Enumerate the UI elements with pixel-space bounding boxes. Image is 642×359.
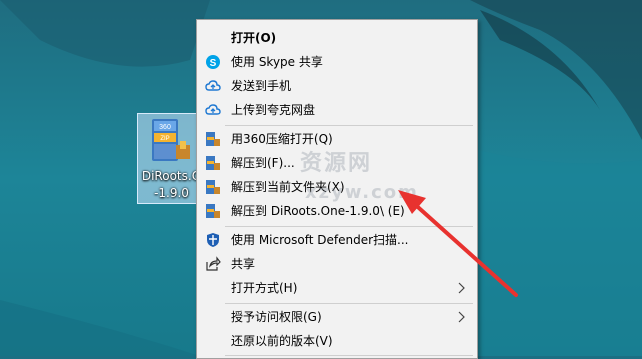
chevron-right-icon <box>458 311 465 323</box>
menu-item-upload-quark[interactable]: 上传到夸克网盘 <box>199 98 475 122</box>
archive-icon <box>206 156 220 170</box>
menu-item-extract-to-folder[interactable]: 解压到 DiRoots.One-1.9.0\ (E) <box>199 199 475 223</box>
menu-item-defender-scan[interactable]: 使用 Microsoft Defender扫描... <box>199 228 475 252</box>
menu-item-label: 还原以前的版本(V) <box>231 334 333 348</box>
chevron-right-icon <box>458 282 465 294</box>
menu-item-grant-access[interactable]: 授予访问权限(G) <box>199 305 475 329</box>
menu-item-label: 用360压缩打开(Q) <box>231 132 333 146</box>
menu-item-label: 打开(O) <box>231 31 277 45</box>
cloud-upload-icon <box>205 104 221 115</box>
menu-separator <box>225 226 473 227</box>
share-icon <box>206 256 221 271</box>
svg-text:ZIP: ZIP <box>160 136 169 142</box>
menu-item-label: 使用 Microsoft Defender扫描... <box>231 233 409 247</box>
archive-icon <box>206 204 220 218</box>
menu-item-label: 解压到 DiRoots.One-1.9.0\ (E) <box>231 204 405 218</box>
menu-item-label: 发送到手机 <box>231 79 292 93</box>
archive-icon <box>206 180 220 194</box>
menu-item-open-with-360zip[interactable]: 用360压缩打开(Q) <box>199 127 475 151</box>
menu-separator <box>225 125 473 126</box>
file-name-line-1: DiRoots.O <box>141 169 202 183</box>
menu-item-label: 授予访问权限(G) <box>231 310 322 324</box>
menu-separator <box>225 303 473 304</box>
menu-item-label: 共享 <box>231 257 256 271</box>
skype-icon: S <box>206 55 220 69</box>
menu-item-skype-share[interactable]: S 使用 Skype 共享 <box>199 50 475 74</box>
file-name-line-2: -1.9.0 <box>154 186 189 200</box>
menu-item-send-to-phone[interactable]: 发送到手机 <box>199 74 475 98</box>
defender-shield-icon <box>207 233 219 247</box>
menu-item-extract-here[interactable]: 解压到当前文件夹(X) <box>199 175 475 199</box>
menu-item-label: 使用 Skype 共享 <box>231 55 323 69</box>
desktop-file-name: DiRoots.O -1.9.0 <box>138 168 205 202</box>
menu-item-extract-to[interactable]: 解压到(F)... <box>199 151 475 175</box>
archive-icon <box>206 132 220 146</box>
menu-item-restore-previous[interactable]: 还原以前的版本(V) <box>199 329 475 353</box>
menu-item-label: 解压到(F)... <box>231 156 295 170</box>
svg-text:S: S <box>210 58 217 69</box>
svg-text:360: 360 <box>159 124 171 131</box>
menu-item-share[interactable]: 共享 <box>199 252 475 276</box>
menu-item-open[interactable]: 打开(O) <box>199 26 475 50</box>
desktop-file-icon[interactable]: 360 ZIP DiRoots.O -1.9.0 <box>137 113 204 204</box>
context-menu: 打开(O) S 使用 Skype 共享 发送到手机 上传到夸克网盘 用360压缩… <box>196 19 478 359</box>
menu-item-label: 解压到当前文件夹(X) <box>231 180 345 194</box>
menu-item-label: 上传到夸克网盘 <box>231 103 316 117</box>
menu-item-label: 打开方式(H) <box>231 281 298 295</box>
winrar-archive-icon: 360 ZIP <box>152 119 190 161</box>
cloud-upload-icon <box>205 80 221 91</box>
menu-item-open-with[interactable]: 打开方式(H) <box>199 276 475 300</box>
